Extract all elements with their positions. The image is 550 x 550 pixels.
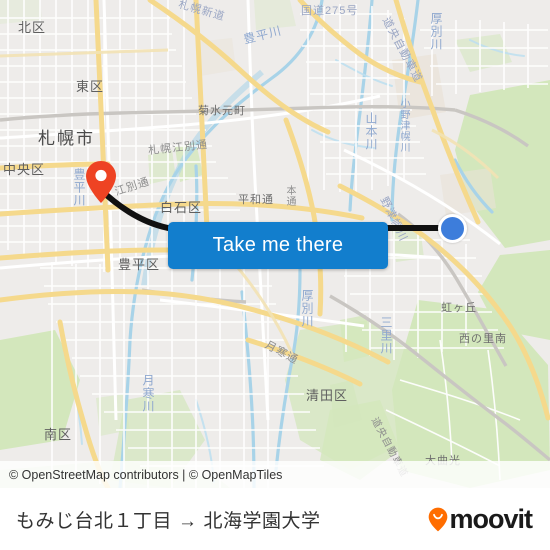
moovit-logo[interactable]: moovit: [428, 504, 550, 535]
origin-map-pin-icon[interactable]: [85, 160, 117, 204]
take-me-there-button[interactable]: Take me there: [168, 222, 388, 269]
footer-bar: もみじ台北１丁目 → 北海学園大学 moovit: [0, 488, 550, 550]
route-origin-label: もみじ台北１丁目: [16, 510, 173, 532]
moovit-wordmark: moovit: [449, 503, 533, 534]
map-attribution-bar: © OpenStreetMap contributors | © OpenMap…: [0, 461, 550, 488]
attribution-text[interactable]: © OpenStreetMap contributors | © OpenMap…: [0, 468, 282, 482]
route-destination-label: 北海学園大学: [203, 510, 321, 532]
route-arrow-icon: →: [178, 510, 198, 532]
moovit-smile-pin-icon: [428, 507, 448, 532]
route-summary: もみじ台北１丁目 → 北海学園大学: [0, 506, 321, 533]
map-canvas[interactable]: 北区 東区 札幌市 中央区 白石区 豊平区 南区 清田区 菊水元町 平和通 虹ヶ…: [0, 0, 550, 488]
destination-circle-dot-icon[interactable]: [438, 214, 467, 243]
